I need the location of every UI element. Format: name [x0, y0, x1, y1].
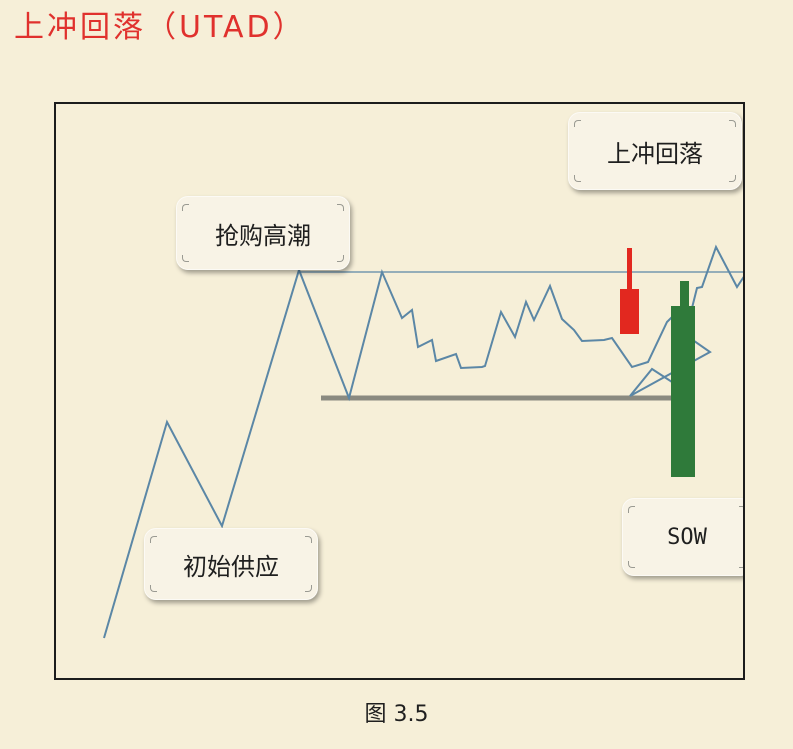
callout-buying-climax-label: 抢购高潮 — [215, 221, 311, 250]
callout-sow: SOW — [622, 498, 743, 576]
green-candle-wick — [680, 281, 689, 308]
callout-preliminary-supply: 初始供应 — [144, 528, 318, 600]
diagram-frame: 上冲回落 抢购高潮 初始供应 SOW — [54, 102, 745, 680]
callout-upthrust-label: 上冲回落 — [607, 139, 703, 168]
callout-sow-label: SOW — [667, 524, 707, 550]
callout-upthrust: 上冲回落 — [568, 112, 742, 190]
red-candle-wick — [627, 248, 632, 294]
callout-preliminary-supply-label: 初始供应 — [183, 552, 279, 581]
figure-caption: 图 3.5 — [364, 702, 429, 727]
green-candle-body — [671, 306, 695, 477]
red-candle-body — [620, 289, 639, 334]
callout-buying-climax: 抢购高潮 — [176, 196, 350, 270]
page-title: 上冲回落（UTAD） — [14, 10, 306, 45]
